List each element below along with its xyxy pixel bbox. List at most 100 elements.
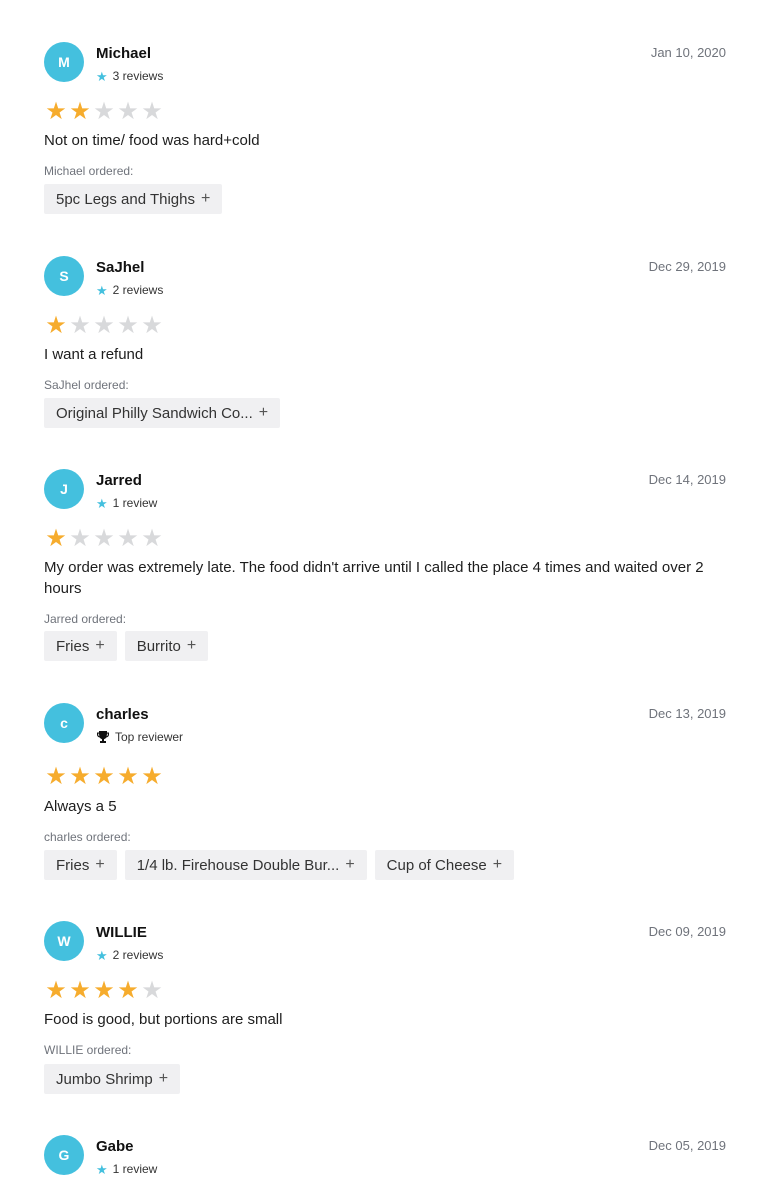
star-icon: ★ [96, 282, 108, 298]
rating-star-icon: ★ [45, 525, 67, 552]
review-text: Always a 5 [44, 798, 117, 815]
rating-star-icon: ★ [69, 763, 91, 790]
ordered-item-chip[interactable]: Jumbo Shrimp + [44, 1064, 181, 1094]
ordered-label: Michael ordered: [44, 164, 134, 178]
ordered-item-chip[interactable]: Fries + [44, 631, 117, 661]
ordered-item-chip[interactable]: 1/4 lb. Firehouse Double Bur... + [124, 850, 367, 880]
reviewer-meta-text: 3 reviews [112, 69, 164, 83]
avatar[interactable]: S [44, 256, 84, 296]
review-header: J Jarred ★ 1 review Dec 14, 2019 [44, 469, 726, 517]
rating-star-icon: ★ [93, 312, 115, 339]
star-rating: ★ ★ ★ ★ ★ [44, 314, 164, 338]
ordered-item-chip[interactable]: Fries + [44, 850, 117, 880]
rating-star-icon: ★ [117, 312, 139, 339]
ordered-label: Jarred ordered: [44, 612, 127, 626]
ordered-item-label: 5pc Legs and Thighs [56, 190, 195, 208]
rating-star-icon: ★ [69, 98, 91, 125]
reviewer-name[interactable]: Gabe [96, 1138, 134, 1155]
ordered-items: Fries +1/4 lb. Firehouse Double Bur... + Cu… [44, 850, 515, 880]
rating-star-icon: ★ [93, 977, 115, 1004]
ordered-item-chip[interactable]: Cup of Cheese + [374, 850, 515, 880]
reviewer-meta: ★ 2 reviews [96, 948, 163, 962]
ordered-item-label: Burrito [136, 637, 181, 655]
star-icon: ★ [96, 68, 108, 84]
avatar[interactable]: G [44, 1135, 84, 1175]
review-text: Not on time/ food was hard+cold [44, 132, 260, 149]
ordered-items: 5pc Legs and Thighs + [44, 184, 223, 214]
reviewer-meta: ★ 1 review [96, 1162, 157, 1176]
avatar[interactable]: J [44, 469, 84, 509]
reviewer-name[interactable]: Jarred [96, 472, 142, 489]
review-date: Dec 14, 2019 [648, 472, 726, 487]
star-rating: ★ ★ ★ ★ ★ [44, 979, 164, 1003]
reviewer-meta: ★ 1 review [96, 496, 157, 510]
avatar[interactable]: c [44, 703, 84, 743]
avatar[interactable]: M [44, 42, 84, 82]
review-header: G Gabe ★ 1 review Dec 05, 2019 [44, 1135, 726, 1183]
ordered-item-label: Jumbo Shrimp [56, 1070, 153, 1088]
ordered-item-chip[interactable]: Burrito + [124, 631, 209, 661]
review-card: c charles Top reviewer Dec 13, 2019 ★ ★ ★ ★ ★ Alw… [44, 703, 726, 880]
review-header: M Michael ★ 3 reviews Jan 10, 2020 [44, 42, 726, 90]
ordered-label: SaJhel ordered: [44, 378, 129, 392]
trophy-icon [96, 730, 110, 744]
plus-icon: + [345, 856, 355, 873]
star-icon: ★ [96, 495, 108, 511]
ordered-item-chip[interactable]: 5pc Legs and Thighs + [44, 184, 223, 214]
rating-star-icon: ★ [69, 977, 91, 1004]
ordered-item-label: Fries [56, 856, 90, 874]
reviewer-name[interactable]: Michael [96, 45, 151, 62]
star-icon: ★ [96, 1161, 108, 1177]
reviewer-meta-text: 2 reviews [112, 948, 164, 962]
ordered-item-chip[interactable]: Original Philly Sandwich Co... + [44, 398, 281, 428]
rating-star-icon: ★ [69, 525, 91, 552]
reviewer-meta: Top reviewer [96, 730, 183, 744]
star-rating: ★ ★ ★ ★ ★ [44, 765, 164, 789]
rating-star-icon: ★ [45, 312, 67, 339]
ordered-items: Original Philly Sandwich Co... + [44, 398, 281, 428]
ordered-items: Fries + Burrito + [44, 631, 209, 661]
plus-icon: + [201, 190, 211, 207]
avatar[interactable]: W [44, 921, 84, 961]
ordered-items: Jumbo Shrimp + [44, 1064, 181, 1094]
ordered-item-label: 1/4 lb. Firehouse Double Bur... [136, 856, 340, 874]
rating-star-icon: ★ [117, 763, 139, 790]
review-card: S SaJhel ★ 2 reviews Dec 29, 2019 ★ ★ ★ ★ ★ I want… [44, 256, 726, 428]
rating-star-icon: ★ [45, 977, 67, 1004]
rating-star-icon: ★ [93, 525, 115, 552]
ordered-item-label: Cup of Cheese [386, 856, 487, 874]
review-header: c charles Top reviewer Dec 13, 2019 [44, 703, 726, 751]
plus-icon: + [492, 856, 503, 873]
reviewer-name[interactable]: WILLIE [96, 924, 147, 941]
rating-star-icon: ★ [117, 525, 139, 552]
review-text: I want a refund [44, 346, 144, 363]
ordered-item-label: Original Philly Sandwich Co... [56, 404, 253, 422]
review-text: My order was extremely late. The food di… [44, 559, 704, 597]
rating-star-icon: ★ [117, 98, 139, 125]
rating-star-icon: ★ [117, 977, 139, 1004]
rating-star-icon: ★ [93, 763, 115, 790]
review-text: Food is good, but portions are small [44, 1011, 283, 1028]
review-date: Dec 29, 2019 [648, 259, 726, 274]
review-date: Dec 05, 2019 [648, 1138, 726, 1153]
ordered-item-label: Fries [56, 637, 90, 655]
rating-star-icon: ★ [141, 763, 163, 790]
review-header: W WILLIE ★ 2 reviews Dec 09, 2019 [44, 921, 726, 969]
reviewer-meta: ★ 2 reviews [96, 283, 163, 297]
plus-icon: + [95, 637, 105, 654]
rating-star-icon: ★ [141, 98, 163, 125]
rating-star-icon: ★ [141, 312, 163, 339]
review-card: G Gabe ★ 1 review Dec 05, 2019 [44, 1135, 726, 1183]
ordered-label: WILLIE ordered: [44, 1043, 132, 1057]
reviewer-meta: ★ 3 reviews [96, 69, 163, 83]
plus-icon: + [158, 1070, 169, 1087]
reviewer-name[interactable]: SaJhel [96, 259, 144, 276]
reviewer-name[interactable]: charles [96, 706, 149, 723]
rating-star-icon: ★ [141, 525, 163, 552]
rating-star-icon: ★ [45, 763, 67, 790]
review-date: Dec 13, 2019 [648, 706, 726, 721]
reviewer-meta-text: 2 reviews [112, 283, 164, 297]
reviewer-meta-text: 1 review [112, 496, 158, 510]
review-date: Dec 09, 2019 [648, 924, 726, 939]
rating-star-icon: ★ [45, 98, 67, 125]
